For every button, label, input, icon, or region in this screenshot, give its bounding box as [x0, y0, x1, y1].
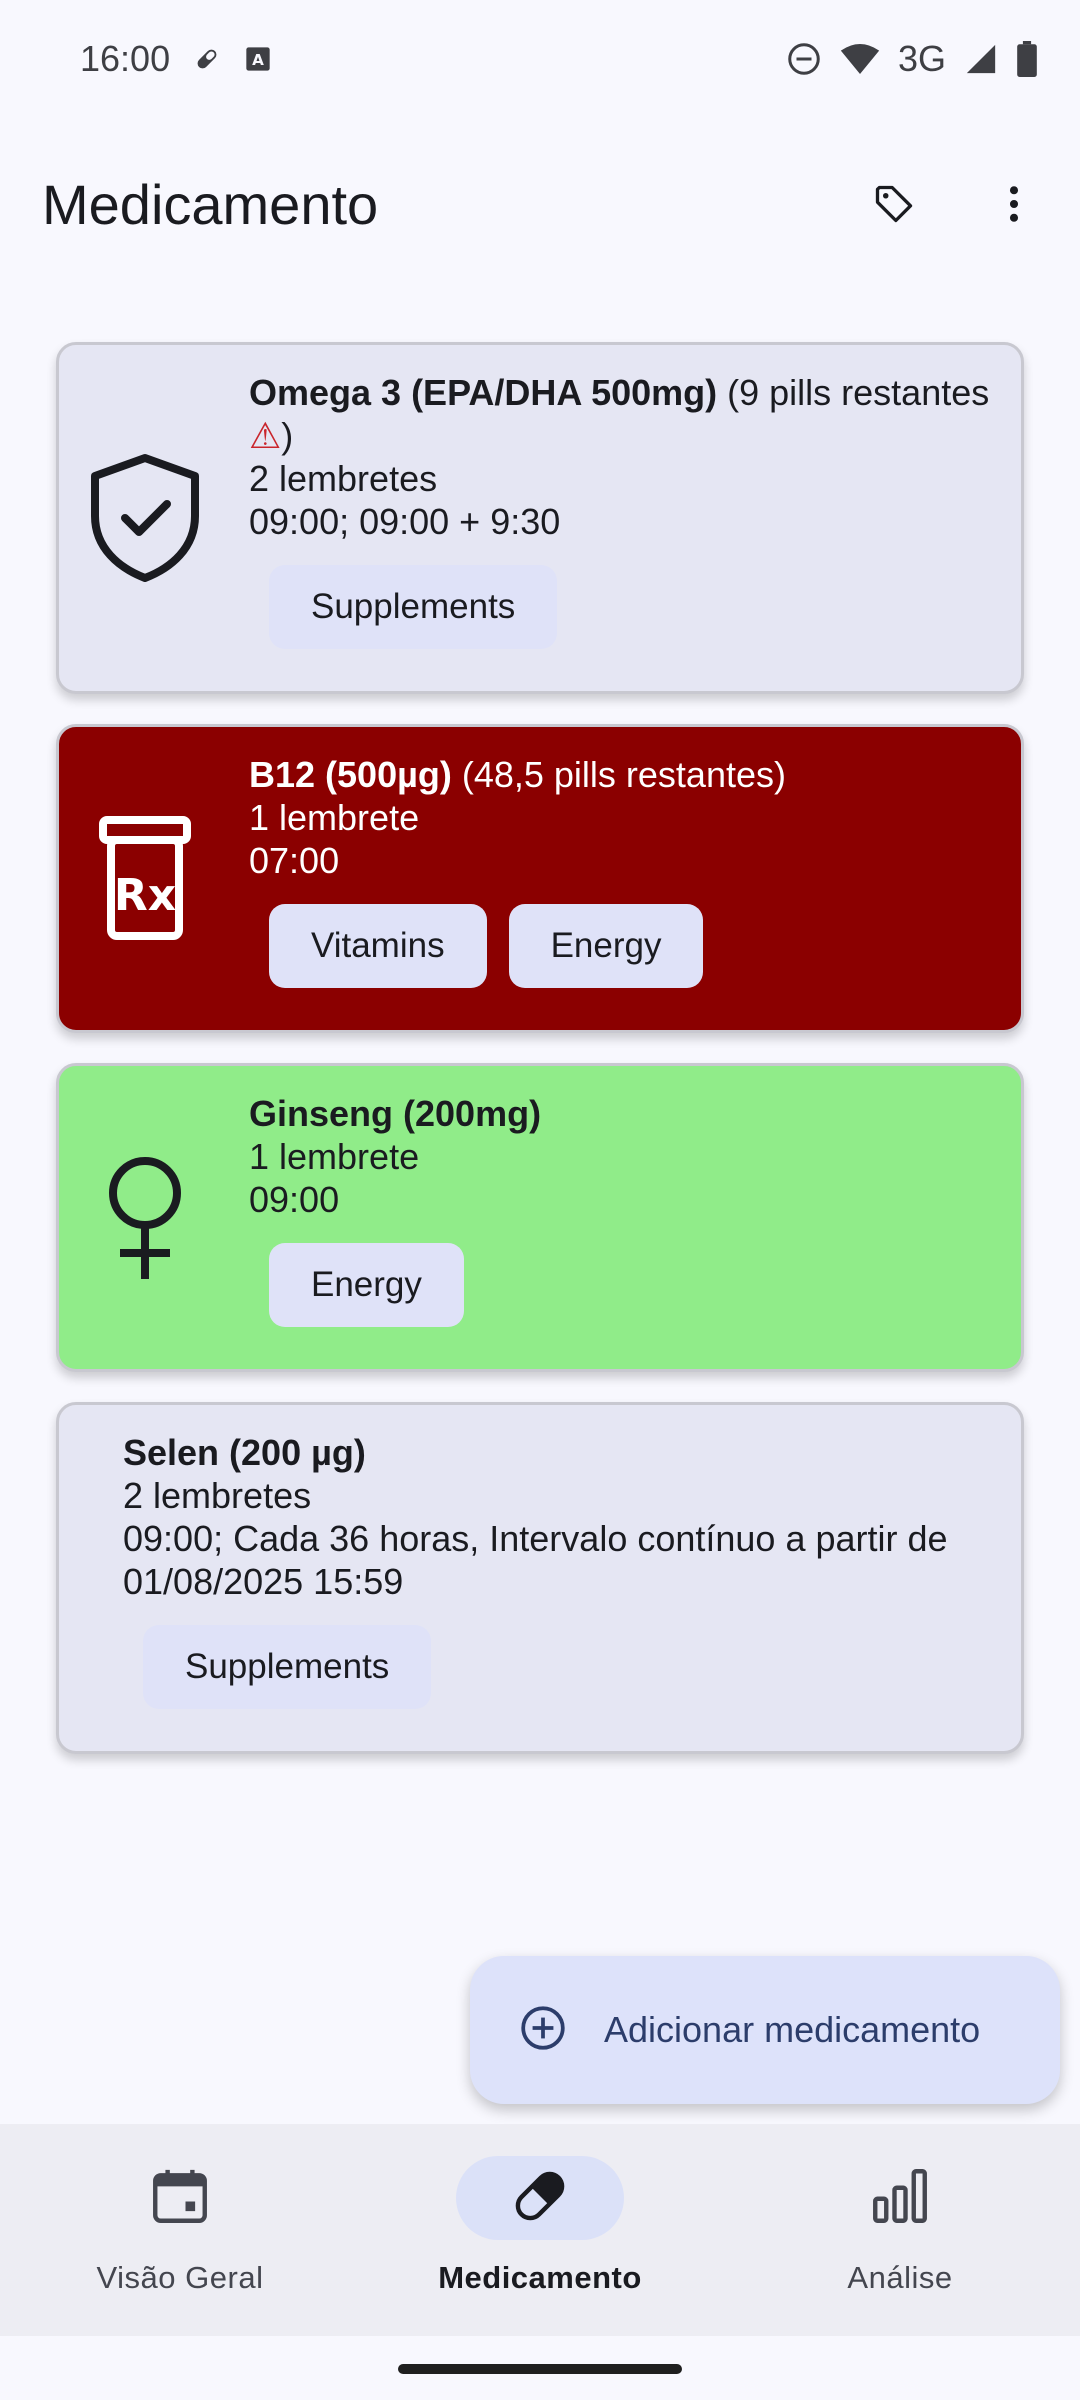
- nav-indicator: [816, 2156, 984, 2240]
- dnd-icon: [786, 41, 822, 77]
- medication-remaining-end: ): [281, 415, 294, 456]
- nav-label: Medicamento: [438, 2260, 642, 2295]
- medication-title-line: Selen (200 µg): [123, 1431, 1001, 1474]
- tag-icon[interactable]: [854, 164, 934, 244]
- add-circle-icon: [518, 2003, 568, 2058]
- pill-status-icon: [192, 44, 222, 74]
- tag-chips: Energy: [269, 1243, 1001, 1327]
- medication-name: Ginseng (200mg): [249, 1093, 542, 1134]
- svg-text:A: A: [252, 51, 264, 69]
- medication-name: B12 (500µg): [249, 754, 452, 795]
- medication-reminders: 2 lembretes: [123, 1475, 312, 1516]
- shield-check-icon: [87, 448, 203, 588]
- medication-card-omega3[interactable]: Omega 3 (EPA/DHA 500mg) (9 pills restant…: [56, 342, 1024, 694]
- status-right: 3G: [786, 38, 1038, 80]
- nav-label: Análise: [847, 2260, 953, 2295]
- medication-schedule: 07:00: [249, 840, 340, 881]
- home-indicator[interactable]: [398, 2364, 682, 2374]
- add-medication-label: Adicionar medicamento: [604, 2009, 981, 2050]
- medication-title-line: Ginseng (200mg): [249, 1092, 1001, 1135]
- status-bar: 16:00 A 3G: [0, 0, 1080, 118]
- medication-name: Omega 3 (EPA/DHA 500mg): [249, 372, 718, 413]
- wifi-icon: [840, 41, 880, 77]
- nav-item-medication[interactable]: Medicamento: [360, 2124, 720, 2336]
- medication-title-line: B12 (500µg) (48,5 pills restantes): [249, 753, 1001, 796]
- warning-icon: ⚠: [249, 415, 282, 456]
- nav-indicator: [456, 2156, 624, 2240]
- tag-chip[interactable]: Energy: [508, 904, 704, 988]
- medication-card-content: Selen (200 µg) 2 lembretes 09:00; Cada 3…: [59, 1405, 1021, 1751]
- network-type: 3G: [897, 38, 946, 79]
- medication-list: Omega 3 (EPA/DHA 500mg) (9 pills restant…: [56, 342, 1024, 1784]
- medication-card-content: B12 (500µg) (48,5 pills restantes) 1 lem…: [59, 727, 1021, 1030]
- bottom-navigation: Visão Geral Medicamento Análise: [0, 2124, 1080, 2336]
- prescription-bottle-icon: Rx: [87, 809, 203, 949]
- medication-remaining: (48,5 pills restantes): [451, 754, 786, 795]
- bar-chart-icon: [867, 2163, 933, 2234]
- medication-card-ginseng[interactable]: Ginseng (200mg) 1 lembrete 09:00 Energy: [56, 1063, 1024, 1372]
- calendar-icon: [147, 2163, 213, 2234]
- medication-reminders: 1 lembrete: [249, 797, 420, 838]
- medication-card-content: Omega 3 (EPA/DHA 500mg) (9 pills restant…: [59, 345, 1021, 691]
- page-title: Medicamento: [42, 172, 379, 236]
- medication-name: Selen (200 µg): [123, 1432, 366, 1473]
- medication-schedule: 09:00; 09:00 + 9:30: [249, 501, 561, 542]
- nav-item-analysis[interactable]: Análise: [720, 2124, 1080, 2336]
- nav-label: Visão Geral: [96, 2260, 264, 2295]
- add-medication-button[interactable]: Adicionar medicamento: [470, 1956, 1060, 2104]
- nav-item-overview[interactable]: Visão Geral: [0, 2124, 360, 2336]
- medication-card-content: Ginseng (200mg) 1 lembrete 09:00 Energy: [59, 1066, 1021, 1369]
- top-app-bar: Medicamento: [0, 150, 1080, 258]
- status-left: 16:00 A: [80, 38, 272, 80]
- medication-remaining: (9 pills restantes: [717, 372, 990, 413]
- tag-chip[interactable]: Energy: [269, 1243, 464, 1327]
- status-time: 16:00: [80, 38, 171, 79]
- battery-icon: [1016, 41, 1038, 77]
- female-symbol-icon: [87, 1148, 203, 1288]
- tag-chips: Supplements: [143, 1625, 1001, 1709]
- medication-reminders: 1 lembrete: [249, 1136, 420, 1177]
- medication-schedule: 09:00; Cada 36 horas, Intervalo contínuo…: [123, 1518, 948, 1602]
- medication-card-b12[interactable]: Rx B12 (500µg) (48,5 pills restantes) 1 …: [56, 724, 1024, 1033]
- pill-icon: [507, 2163, 573, 2234]
- signal-icon: [964, 42, 998, 76]
- tag-chips: Vitamins Energy: [269, 904, 1001, 988]
- app-bar-actions: [854, 164, 1054, 244]
- more-vert-icon[interactable]: [974, 164, 1054, 244]
- tag-chip[interactable]: Vitamins: [269, 904, 487, 988]
- tag-chips: Supplements: [269, 565, 1001, 649]
- nav-indicator: [96, 2156, 264, 2240]
- medication-title-line: Omega 3 (EPA/DHA 500mg) (9 pills restant…: [249, 371, 1001, 457]
- tag-chip[interactable]: Supplements: [269, 565, 558, 649]
- tag-chip[interactable]: Supplements: [143, 1625, 432, 1709]
- svg-text:Rx: Rx: [114, 870, 176, 921]
- medication-schedule: 09:00: [249, 1179, 340, 1220]
- medication-reminders: 2 lembretes: [249, 458, 438, 499]
- medication-card-selen[interactable]: Selen (200 µg) 2 lembretes 09:00; Cada 3…: [56, 1402, 1024, 1754]
- keyboard-icon: A: [244, 45, 272, 73]
